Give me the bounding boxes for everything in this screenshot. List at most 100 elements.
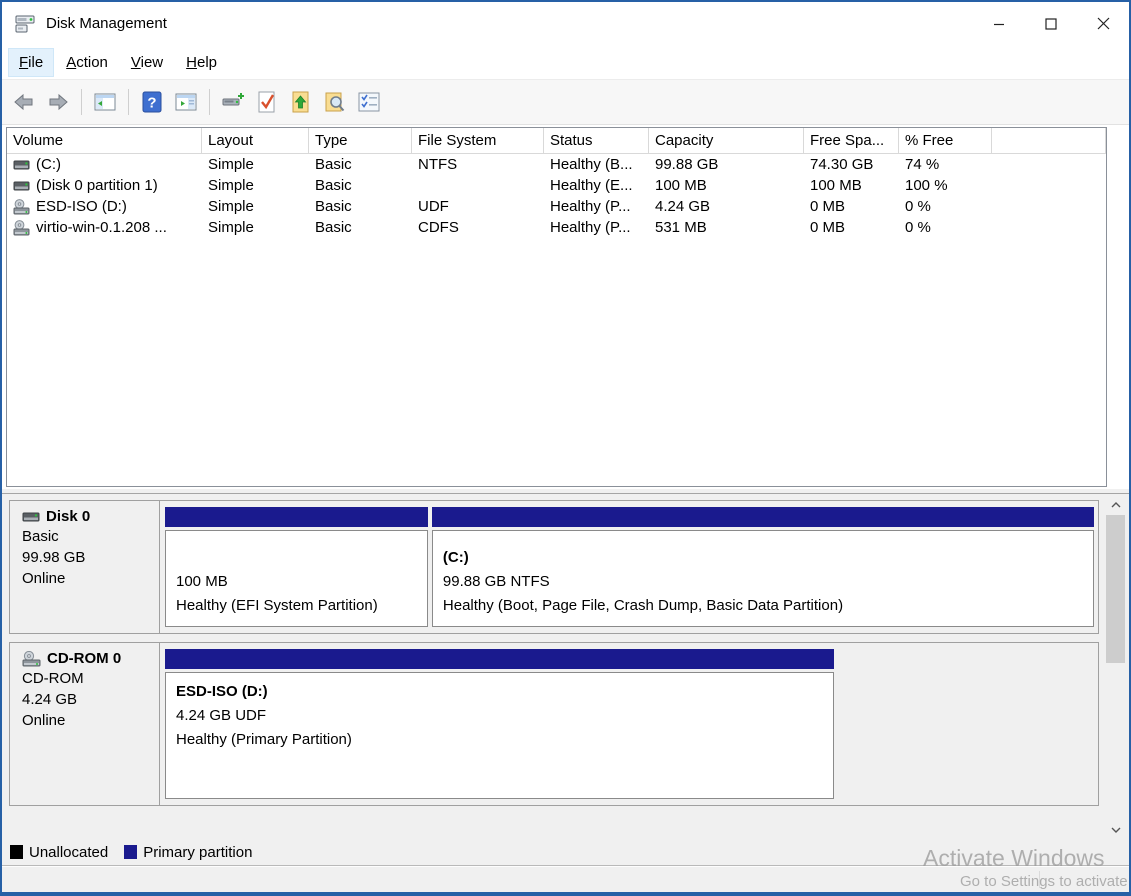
upload-button[interactable]: [287, 87, 315, 117]
action-pane-icon: [175, 93, 197, 111]
table-row[interactable]: (C:) Simple Basic NTFS Healthy (B... 99.…: [7, 154, 1106, 175]
forward-button[interactable]: [44, 87, 72, 117]
volume-status: Healthy (B...: [544, 154, 649, 175]
partition-esd-iso[interactable]: ESD-ISO (D:) 4.24 GB UDF Healthy (Primar…: [165, 649, 834, 799]
volume-layout: Simple: [202, 217, 309, 238]
column-header-volume[interactable]: Volume: [7, 128, 202, 154]
column-header-free-space[interactable]: Free Spa...: [804, 128, 899, 154]
column-header-layout[interactable]: Layout: [202, 128, 309, 154]
disk-size: 99.98 GB: [22, 547, 153, 568]
partition-title: (C:): [443, 546, 1083, 570]
column-header-pct-free[interactable]: % Free: [899, 128, 992, 154]
close-button[interactable]: [1077, 2, 1129, 45]
cd-rom-icon: [22, 651, 41, 667]
volume-name: virtio-win-0.1.208 ...: [36, 217, 167, 238]
menu-view[interactable]: View: [121, 49, 173, 76]
disk-0-partitions: 100 MB Healthy (EFI System Partition) (C…: [160, 501, 1098, 633]
task-list-button[interactable]: [355, 87, 383, 117]
maximize-icon: [1045, 18, 1057, 30]
disk-type: Basic: [22, 526, 153, 547]
volume-name: ESD-ISO (D:): [36, 196, 127, 217]
cd-rom-icon: [13, 199, 30, 215]
menu-file-label: File: [19, 54, 43, 71]
column-header-capacity[interactable]: Capacity: [649, 128, 804, 154]
menu-action[interactable]: Action: [56, 49, 118, 76]
cdrom-0-group: CD-ROM 0 CD-ROM 4.24 GB Online ESD-ISO (…: [9, 642, 1099, 806]
column-header-status[interactable]: Status: [544, 128, 649, 154]
minimize-icon: [993, 18, 1005, 30]
disk-0-label[interactable]: Disk 0 Basic 99.98 GB Online: [10, 501, 160, 633]
disk-status: Online: [22, 710, 153, 731]
volume-file-system: CDFS: [412, 217, 544, 238]
scrollbar-thumb[interactable]: [1106, 515, 1125, 663]
check-volume-button[interactable]: [253, 87, 281, 117]
document-check-icon: [257, 91, 277, 113]
volume-capacity: 4.24 GB: [649, 196, 804, 217]
volume-file-system: UDF: [412, 196, 544, 217]
show-console-tree-button[interactable]: [91, 87, 119, 117]
menu-help[interactable]: Help: [176, 49, 227, 76]
table-row[interactable]: ESD-ISO (D:) Simple Basic UDF Healthy (P…: [7, 196, 1106, 217]
volume-free-space: 100 MB: [804, 175, 899, 196]
volume-list-header: Volume Layout Type File System Status Ca…: [7, 128, 1106, 154]
disk-management-window: Disk Management File Action View Help: [0, 0, 1131, 896]
partition-c[interactable]: (C:) 99.88 GB NTFS Healthy (Boot, Page F…: [432, 507, 1094, 627]
disk-status: Online: [22, 568, 153, 589]
volume-pct-free: 0 %: [899, 196, 992, 217]
volume-free-space: 74.30 GB: [804, 154, 899, 175]
maximize-button[interactable]: [1025, 2, 1077, 45]
volume-file-system: NTFS: [412, 154, 544, 175]
menu-view-label: View: [131, 54, 163, 71]
partition-status: Healthy (Primary Partition): [176, 728, 823, 752]
column-header-filler: [992, 128, 1106, 154]
help-button[interactable]: ?: [138, 87, 166, 117]
status-bar-separator: [1039, 871, 1040, 888]
console-tree-icon: [94, 93, 116, 111]
title-bar: Disk Management: [2, 2, 1129, 45]
search-folder-button[interactable]: [321, 87, 349, 117]
volume-status: Healthy (E...: [544, 175, 649, 196]
volume-layout: Simple: [202, 175, 309, 196]
folder-up-arrow-icon: [291, 91, 311, 113]
hard-drive-icon: [13, 158, 30, 172]
volume-type: Basic: [309, 175, 412, 196]
cd-rom-icon: [13, 220, 30, 236]
disk-drive-icon: [221, 93, 245, 111]
volume-type: Basic: [309, 154, 412, 175]
partition-size: 100 MB: [176, 570, 417, 594]
cdrom-0-label[interactable]: CD-ROM 0 CD-ROM 4.24 GB Online: [10, 643, 160, 805]
vertical-scrollbar[interactable]: [1106, 496, 1125, 838]
volume-list: Volume Layout Type File System Status Ca…: [6, 127, 1107, 487]
volume-free-space: 0 MB: [804, 217, 899, 238]
back-button[interactable]: [10, 87, 38, 117]
close-icon: [1097, 17, 1110, 30]
folder-magnifier-icon: [324, 91, 346, 113]
window-controls: [973, 2, 1129, 45]
primary-partition-swatch: [124, 845, 137, 859]
graphical-view: Disk 0 Basic 99.98 GB Online 100 MB Heal…: [2, 494, 1129, 839]
column-header-file-system[interactable]: File System: [412, 128, 544, 154]
volume-type: Basic: [309, 217, 412, 238]
table-row[interactable]: virtio-win-0.1.208 ... Simple Basic CDFS…: [7, 217, 1106, 238]
volume-layout: Simple: [202, 154, 309, 175]
menu-file[interactable]: File: [9, 49, 53, 76]
back-icon: [13, 93, 35, 111]
scrollbar-down-button[interactable]: [1106, 821, 1125, 838]
scrollbar-up-button[interactable]: [1106, 496, 1125, 513]
toolbar: ?: [2, 79, 1129, 125]
partition-color-bar: [432, 507, 1094, 527]
minimize-button[interactable]: [973, 2, 1025, 45]
volume-name: (C:): [36, 154, 61, 175]
column-header-type[interactable]: Type: [309, 128, 412, 154]
disk-name: Disk 0: [46, 508, 90, 525]
volume-free-space: 0 MB: [804, 196, 899, 217]
legend-primary-partition-label: Primary partition: [143, 844, 252, 861]
volume-status: Healthy (P...: [544, 196, 649, 217]
show-action-pane-button[interactable]: [172, 87, 200, 117]
legend-unallocated-label: Unallocated: [29, 844, 108, 861]
table-row[interactable]: (Disk 0 partition 1) Simple Basic Health…: [7, 175, 1106, 196]
disk-tool-button[interactable]: [219, 87, 247, 117]
partition-efi[interactable]: 100 MB Healthy (EFI System Partition): [165, 507, 428, 627]
toolbar-separator: [209, 89, 210, 115]
forward-icon: [47, 93, 69, 111]
